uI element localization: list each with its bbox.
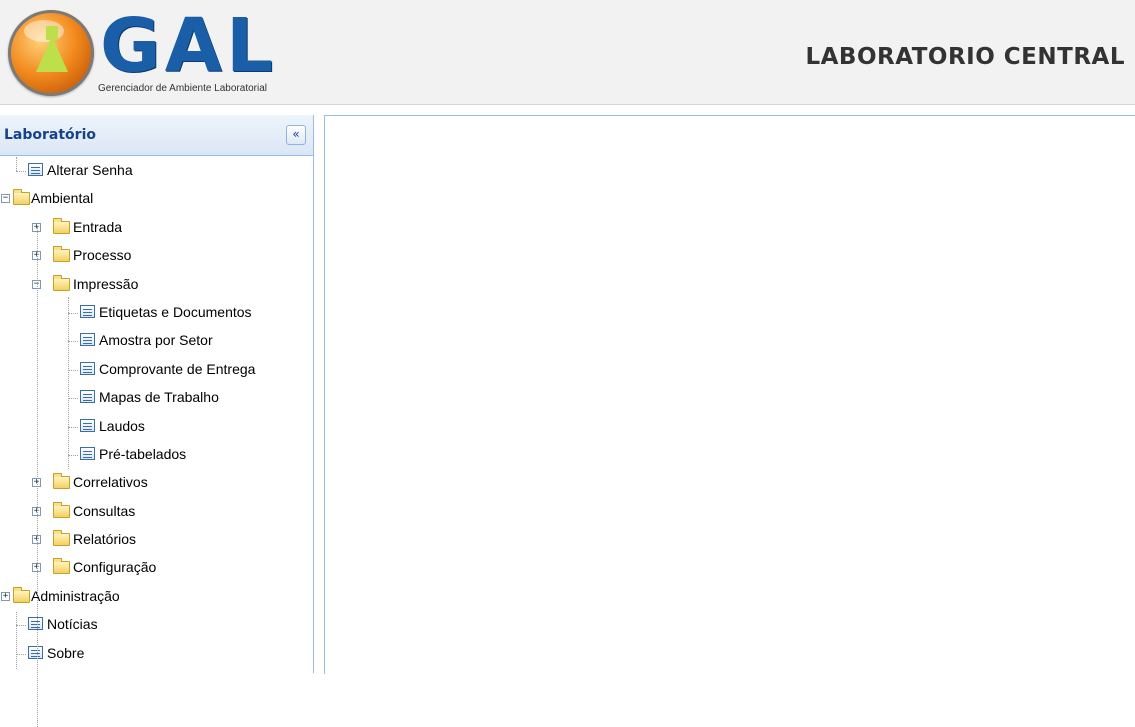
tree-node-sobre[interactable]: Sobre xyxy=(0,640,313,668)
folder-icon xyxy=(53,473,70,490)
tree-node-label: Consultas xyxy=(73,502,136,519)
tree-node-label: Laudos xyxy=(99,417,145,434)
logo-subtitle: Gerenciador de Ambiente Laboratorial xyxy=(98,83,267,94)
double-chevron-left-icon: « xyxy=(292,127,300,141)
tree-node-label: Pré-tabelados xyxy=(99,445,187,462)
document-icon xyxy=(80,418,95,432)
tree-node-not-cias[interactable]: Notícias xyxy=(0,611,313,639)
tree-node-label: Sobre xyxy=(47,644,85,661)
tree-node-label: Etiquetas e Documentos xyxy=(99,303,252,320)
tree-node-label: Impressão xyxy=(73,275,139,292)
tree-connector xyxy=(68,369,78,371)
collapse-sidebar-button[interactable]: « xyxy=(286,125,306,145)
folder-open-icon xyxy=(53,274,70,291)
tree-node-label: Correlativos xyxy=(73,474,148,491)
tree-node-label: Mapas de Trabalho xyxy=(99,389,219,406)
tree-node-label: Entrada xyxy=(73,218,123,235)
document-icon xyxy=(80,361,95,375)
app-header: GAL Gerenciador de Ambiente Laboratorial… xyxy=(0,0,1135,105)
logo-brand-text: GAL xyxy=(100,3,278,89)
tree-node-amostra-por-setor[interactable]: Amostra por Setor xyxy=(0,327,313,355)
gal-logo: GAL Gerenciador de Ambiente Laboratorial xyxy=(8,6,333,98)
tree-node-laudos[interactable]: Laudos xyxy=(0,413,313,441)
tree-node-administra-o[interactable]: + Administração xyxy=(0,583,313,611)
folder-icon xyxy=(53,246,70,263)
sidebar-title: Laboratório xyxy=(4,127,96,143)
tree-node-label: Comprovante de Entrega xyxy=(99,360,256,377)
tree-connector xyxy=(68,454,78,456)
collapse-toggle-icon[interactable]: − xyxy=(1,194,10,204)
tree-connector xyxy=(68,341,78,343)
folder-open-icon xyxy=(13,189,30,206)
tree-guide-line xyxy=(37,227,38,727)
tree-node-consultas[interactable]: + Consultas xyxy=(0,498,313,526)
navigation-tree: Alterar Senha − Ambiental + Entrada + Processo… xyxy=(0,157,313,727)
tree-connector xyxy=(68,312,78,314)
folder-icon xyxy=(53,501,70,518)
tree-node-etiquetas-e-documentos[interactable]: Etiquetas e Documentos xyxy=(0,299,313,327)
folder-icon xyxy=(53,558,70,575)
tree-node-processo[interactable]: + Processo xyxy=(0,242,313,270)
page-title: LABORATORIO CENTRAL xyxy=(805,44,1125,70)
sidebar-header: Laboratório « xyxy=(0,115,313,156)
tree-node-impress-o[interactable]: − Impressão xyxy=(0,271,313,299)
document-icon xyxy=(28,617,43,631)
main-content-area xyxy=(324,115,1135,674)
tree-connector xyxy=(16,653,26,655)
tree-connector xyxy=(16,625,26,627)
tree-node-label: Amostra por Setor xyxy=(99,332,213,349)
expand-toggle-icon[interactable]: + xyxy=(1,591,10,601)
document-icon xyxy=(80,304,95,318)
tree-node-label: Alterar Senha xyxy=(47,162,133,178)
tree-node-label: Processo xyxy=(73,247,132,264)
tree-node-configura-o[interactable]: + Configuração xyxy=(0,554,313,582)
tree-node-ambiental[interactable]: − Ambiental xyxy=(0,185,313,213)
tree-guide-line xyxy=(16,612,17,669)
tree-node-relat-rios[interactable]: + Relatórios xyxy=(0,526,313,554)
document-icon xyxy=(80,333,95,347)
tree-node-correlativos[interactable]: + Correlativos xyxy=(0,469,313,497)
tree-node-label: Ambiental xyxy=(31,190,94,207)
folder-icon xyxy=(13,586,30,603)
tree-node-pr-tabelados[interactable]: Pré-tabelados xyxy=(0,441,313,469)
folder-icon xyxy=(53,530,70,547)
sidebar-panel: Laboratório « Alterar Senha − Ambiental + En… xyxy=(0,115,314,727)
document-icon xyxy=(28,163,43,176)
tree-node-alterar-senha[interactable]: Alterar Senha xyxy=(0,157,313,185)
tree-node-comprovante-de-entrega[interactable]: Comprovante de Entrega xyxy=(0,356,313,384)
tree-node-label: Administração xyxy=(31,587,120,604)
tree-guide-line xyxy=(68,297,69,469)
tree-node-label: Notícias xyxy=(47,616,98,633)
tree-node-label: Configuração xyxy=(73,559,157,576)
tree-connector xyxy=(16,171,26,172)
tree-connector xyxy=(68,398,78,400)
flask-logo-icon xyxy=(8,10,94,96)
document-icon xyxy=(80,446,95,460)
document-icon xyxy=(80,390,95,404)
document-icon xyxy=(28,645,43,659)
tree-guide-line xyxy=(16,157,17,171)
tree-connector xyxy=(68,426,78,428)
tree-node-mapas-de-trabalho[interactable]: Mapas de Trabalho xyxy=(0,384,313,412)
folder-icon xyxy=(53,217,70,234)
tree-node-entrada[interactable]: + Entrada xyxy=(0,214,313,242)
tree-node-label: Relatórios xyxy=(73,531,137,548)
